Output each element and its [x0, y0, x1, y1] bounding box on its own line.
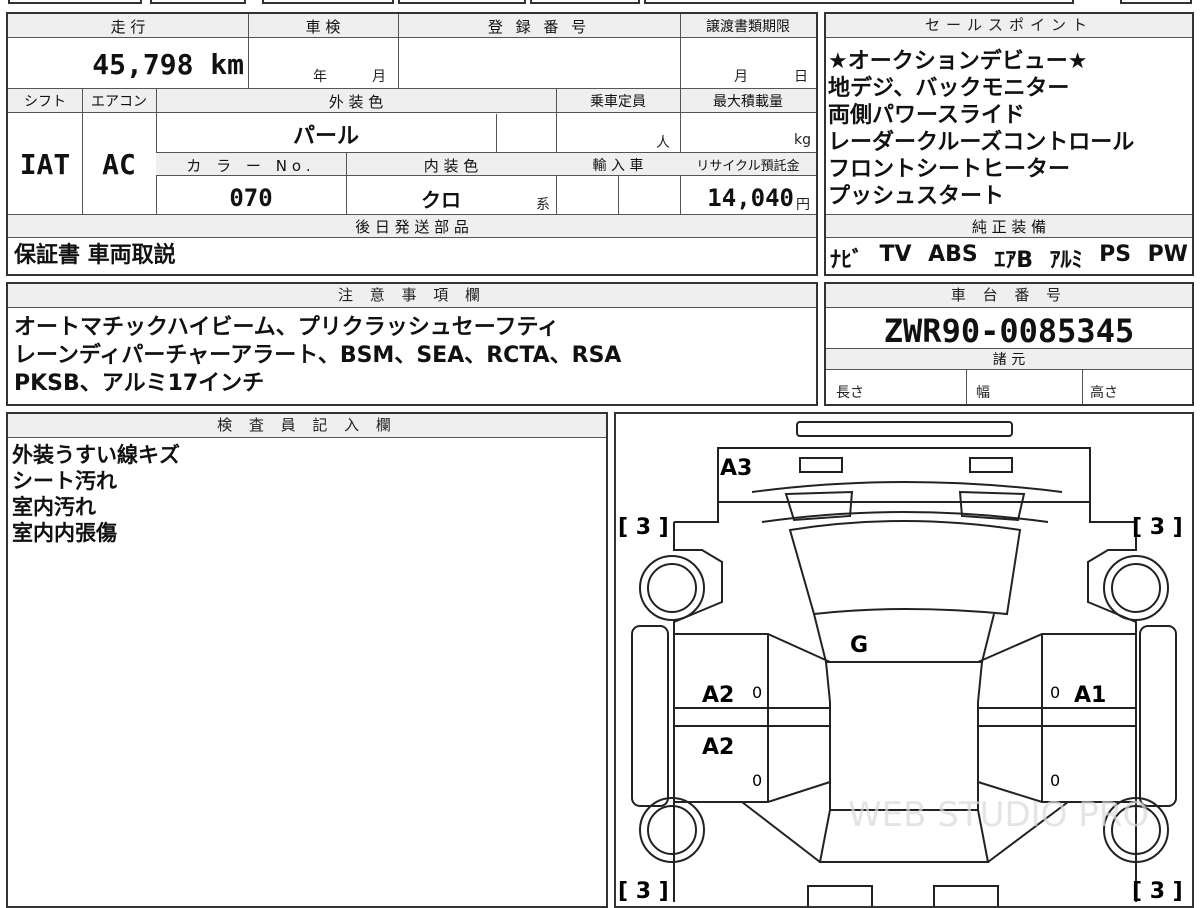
mark-tire-rr: [ 3 ] [1132, 879, 1183, 904]
notes-line: オートマチックハイビーム、プリクラッシュセーフティ [14, 315, 560, 340]
interior-suffix: 系 [536, 197, 550, 213]
inspector-box: 検 査 員 記 入 欄 外装うすい線キズ シート汚れ 室内汚れ 室内内張傷 [6, 412, 608, 908]
height-label: 高さ [1090, 385, 1118, 401]
equipment-item: TV [879, 242, 912, 267]
sales-point-line: レーダークルーズコントロール [828, 130, 1135, 155]
notes-line: レーンディパーチャーアラート、BSM、SEA、RCTA、RSA [14, 343, 622, 368]
top-strip [0, 0, 1200, 6]
specs-label: 諸 元 [992, 352, 1026, 368]
mark-right-front-door: A1 [1074, 683, 1106, 708]
equipment-item: PS [1099, 242, 1132, 267]
car-diagram-box: A3 G A2 A2 A1 0 0 0 0 [ 3 ] [ 3 ] [ 3 ] … [614, 412, 1194, 908]
mark-zero: 0 [752, 771, 762, 790]
sales-point-line: ★オークションデビュー★ [828, 49, 1088, 74]
max-load-unit: kg [794, 132, 811, 148]
equipment-item: ﾅﾋﾞ [830, 248, 864, 273]
ac-value: AC [102, 148, 136, 181]
sales-point-line: 地デジ、バックモニター [828, 76, 1070, 101]
inspection-month: 月 [372, 69, 386, 85]
length-label: 長さ [836, 385, 864, 401]
car-diagram: A3 G A2 A2 A1 0 0 0 0 [ 3 ] [ 3 ] [ 3 ] … [618, 421, 1183, 906]
capacity-label: 乗車定員 [590, 94, 646, 110]
notes-line: PKSB、アルミ17インチ [14, 371, 265, 396]
mark-roof: G [850, 633, 868, 658]
inspector-line: シート汚れ [12, 469, 117, 493]
registration-label: 登 録 番 号 [487, 18, 591, 36]
chassis-number: ZWR90-0085345 [883, 312, 1135, 350]
transfer-label: 譲渡書類期限 [706, 19, 790, 35]
sales-point-line: 両側パワースライド [828, 103, 1025, 128]
inspection-label: 車 検 [305, 18, 341, 36]
transfer-month: 月 [734, 69, 748, 85]
mark-tire-fl: [ 3 ] [618, 515, 669, 540]
mark-zero: 0 [1050, 771, 1060, 790]
watermark: WEB STUDIO PRO [848, 795, 1149, 835]
later-parts-value: 保証書 車両取説 [14, 243, 176, 268]
recycle-unit: 円 [796, 197, 810, 213]
shift-value: IAT [19, 148, 71, 181]
capacity-unit: 人 [656, 135, 670, 151]
mark-tire-fr: [ 3 ] [1132, 515, 1183, 540]
inspector-label: 検 査 員 記 入 欄 [8, 414, 606, 438]
spec-table: 走 行 車 検 登 録 番 号 譲渡書類期限 45,798 km 年 月 月 日… [6, 12, 818, 276]
mark-rear: A3 [720, 456, 752, 481]
interior-value: クロ [421, 188, 461, 212]
sales-point-box: セールスポイント ★オークションデビュー★ 地デジ、バックモニター 両側パワース… [824, 12, 1194, 276]
sales-point-line: プッシュスタート [828, 184, 1005, 209]
chassis-label: 車 台 番 号 [826, 284, 1192, 308]
import-label: 輸 入 車 [592, 158, 644, 174]
equipment-item: ABS [928, 242, 978, 267]
recycle-value: 14,040 [707, 184, 794, 212]
equipment-item: PW [1147, 242, 1188, 267]
inspector-line: 室内汚れ [12, 495, 96, 519]
color-no-label: カ ラ ー No. [186, 157, 316, 175]
color-no-value: 070 [229, 184, 273, 212]
exterior-label: 外 装 色 [328, 93, 384, 111]
inspector-line: 外装うすい線キズ [12, 443, 180, 467]
mark-zero: 0 [752, 683, 762, 702]
shift-label: シフト [24, 94, 66, 110]
equipment-label: 純 正 装 備 [971, 218, 1047, 236]
max-load-label: 最大積載量 [713, 94, 783, 110]
equipment-list: ﾅﾋﾞ TV ABS ｴｱB ｱﾙﾐ PS PW [830, 242, 1188, 274]
recycle-label: リサイクル預託金 [696, 159, 800, 174]
transfer-day: 日 [794, 69, 808, 85]
inspector-line: 室内内張傷 [12, 521, 117, 545]
later-parts-label: 後 日 発 送 部 品 [355, 218, 469, 236]
notes-label: 注 意 事 項 欄 [8, 284, 816, 308]
ac-label: エアコン [91, 94, 147, 110]
equipment-item: ｱﾙﾐ [1049, 248, 1083, 273]
mileage-label: 走 行 [110, 18, 146, 36]
exterior-value: パール [292, 124, 359, 149]
sales-point-line: フロントシートヒーター [828, 157, 1071, 182]
mark-left-front-door: A2 [702, 683, 734, 708]
mark-zero: 0 [1050, 683, 1060, 702]
equipment-item: ｴｱB [994, 248, 1034, 273]
chassis-box: 車 台 番 号 ZWR90-0085345 諸 元 長さ 幅 高さ [824, 282, 1194, 406]
interior-label: 内 装 色 [423, 157, 479, 175]
sales-point-list: ★オークションデビュー★ 地デジ、バックモニター 両側パワースライド レーダーク… [828, 48, 1190, 210]
mileage-value: 45,798 km [92, 48, 244, 81]
width-label: 幅 [976, 385, 990, 401]
notes-box: 注 意 事 項 欄 オートマチックハイビーム、プリクラッシュセーフティ レーンデ… [6, 282, 818, 406]
mark-tire-rl: [ 3 ] [618, 879, 669, 904]
mark-left-rear-door: A2 [702, 735, 734, 760]
sales-point-label: セールスポイント [826, 14, 1192, 38]
inspection-year: 年 [313, 69, 327, 85]
